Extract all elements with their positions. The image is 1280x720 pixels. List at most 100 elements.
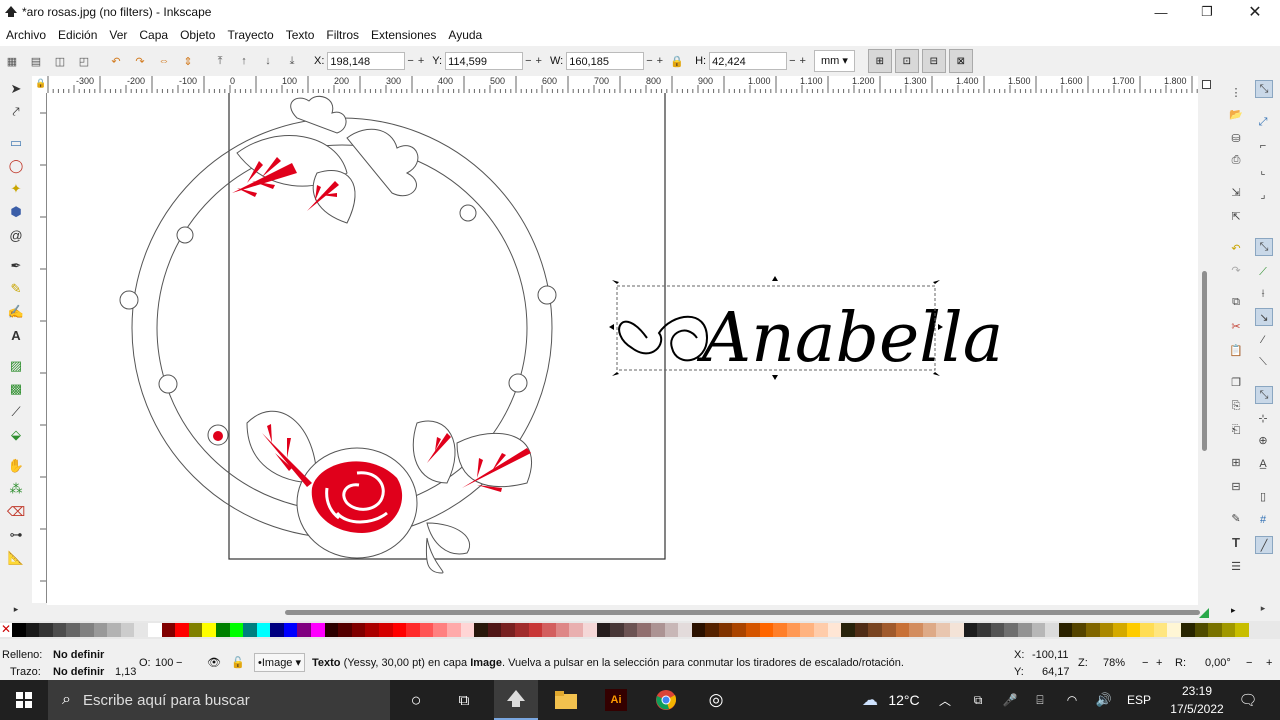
chrome-app[interactable] — [644, 680, 688, 720]
snap-intersections-icon[interactable]: ⟊ — [1255, 286, 1271, 302]
deselect-icon[interactable]: ◫ — [51, 52, 69, 70]
color-swatch[interactable] — [705, 623, 719, 637]
microphone-icon[interactable]: 🎤 — [1000, 680, 1020, 720]
snap-bbox-edge-icon[interactable]: ⌐ — [1255, 138, 1271, 154]
layer-select[interactable]: •Image ▾ — [254, 653, 306, 672]
visibility-eye-icon[interactable]: 👁 — [207, 656, 221, 669]
h-increment-button[interactable]: + — [800, 55, 806, 67]
weather-cloud-icon[interactable]: ☁ — [856, 680, 884, 720]
raise-to-top-icon[interactable]: ⤒ — [211, 52, 229, 70]
color-swatch[interactable] — [746, 623, 760, 637]
color-swatch[interactable] — [732, 623, 747, 637]
wifi-icon[interactable]: ◠ — [1062, 680, 1082, 720]
color-swatch[interactable] — [460, 623, 475, 637]
language-indicator[interactable]: ESP — [1124, 680, 1154, 720]
color-swatch[interactable] — [990, 623, 1005, 637]
snap-others-icon[interactable]: ⤡ — [1255, 386, 1273, 404]
menu-ver[interactable]: Ver — [103, 28, 133, 42]
color-swatch[interactable] — [202, 623, 216, 637]
snap-paths-icon[interactable]: ⟋ — [1255, 264, 1271, 280]
color-swatch[interactable] — [814, 623, 828, 637]
rotation-input[interactable]: 0,00° — [1205, 657, 1231, 669]
paint-bucket-tool-icon[interactable]: ⬙ — [7, 426, 25, 444]
select-same-icon[interactable]: ◰ — [75, 52, 93, 70]
y-increment-button[interactable]: + — [536, 55, 542, 67]
menu-archivo[interactable]: Archivo — [0, 28, 52, 42]
color-swatch[interactable] — [718, 623, 733, 637]
layer-lock-icon[interactable]: 🔓 — [231, 656, 245, 669]
expand-right-icon[interactable]: ▸ — [1231, 605, 1236, 616]
color-swatch[interactable] — [1235, 623, 1250, 637]
color-swatch[interactable] — [678, 623, 692, 637]
redo-icon[interactable]: ↷ — [1228, 262, 1244, 278]
vertical-scroll-thumb[interactable] — [1202, 271, 1207, 451]
pencil-tool-icon[interactable]: ✎ — [7, 280, 25, 298]
color-swatch[interactable] — [1208, 623, 1222, 637]
color-swatch[interactable] — [936, 623, 950, 637]
eraser-tool-icon[interactable]: ⌫ — [7, 503, 25, 521]
color-swatch[interactable] — [528, 623, 543, 637]
vertical-ruler[interactable] — [32, 93, 47, 603]
color-swatch[interactable] — [297, 623, 312, 637]
gradient-tool-icon[interactable]: ▨ — [7, 357, 25, 375]
copy-icon[interactable]: ⧉ — [1228, 294, 1244, 310]
print-icon[interactable]: ⎙ — [1228, 152, 1244, 168]
h-input[interactable]: 42,424 — [709, 52, 788, 70]
calligraphy-tool-icon[interactable]: ✍ — [7, 303, 25, 321]
color-swatch[interactable] — [637, 623, 651, 637]
3d-box-tool-icon[interactable]: ⬢ — [7, 203, 25, 221]
color-swatch[interactable] — [93, 623, 108, 637]
maximize-button[interactable]: ❐ — [1184, 0, 1230, 24]
scroll-zoom-icon[interactable] — [1199, 607, 1209, 618]
close-button[interactable]: ✕ — [1232, 0, 1278, 24]
color-swatch[interactable] — [351, 623, 366, 637]
color-swatch[interactable] — [52, 623, 67, 637]
select-all-layers-icon[interactable]: ▤ — [27, 52, 45, 70]
zoom-input[interactable]: 78% — [1103, 657, 1125, 669]
flip-horizontal-icon[interactable]: ⇔ — [155, 52, 173, 70]
cortana-icon[interactable]: ○ — [398, 680, 434, 720]
x-increment-button[interactable]: + — [418, 55, 424, 67]
color-swatch[interactable] — [949, 623, 964, 637]
color-swatch[interactable] — [12, 623, 26, 637]
color-swatch[interactable] — [25, 623, 40, 637]
w-input[interactable]: 160,185 — [566, 52, 645, 70]
move-gradients-button[interactable]: ⊟ — [921, 49, 946, 73]
horizontal-ruler[interactable]: -300 -200 -100 0 100 200 300 400 500 600… — [46, 76, 1198, 94]
snap-nodes-icon[interactable]: ⤡ — [1255, 238, 1273, 256]
color-swatch[interactable] — [922, 623, 937, 637]
color-swatch[interactable] — [447, 623, 461, 637]
text-tool-icon[interactable]: A — [7, 326, 25, 344]
drawing-canvas[interactable]: Anabella — [47, 93, 1198, 605]
menu-extensiones[interactable]: Extensiones — [365, 28, 442, 42]
flip-vertical-icon[interactable]: ⇕ — [179, 52, 197, 70]
clock-time[interactable]: 23:19 — [1162, 684, 1232, 698]
color-swatch[interactable] — [1031, 623, 1046, 637]
color-swatch[interactable] — [650, 623, 665, 637]
color-swatch[interactable] — [1113, 623, 1127, 637]
stroke-width[interactable]: 1,13 — [115, 666, 136, 678]
color-swatch[interactable] — [39, 623, 53, 637]
import-icon[interactable]: ⇲ — [1228, 184, 1244, 200]
color-swatch[interactable] — [501, 623, 515, 637]
color-swatch[interactable] — [909, 623, 923, 637]
color-swatch[interactable] — [215, 623, 230, 637]
vertical-scrollbar[interactable] — [1198, 76, 1212, 606]
connector-tool-icon[interactable]: ⊶ — [7, 526, 25, 544]
snap-cusp-icon[interactable]: ↘ — [1255, 308, 1273, 326]
lock-guides-icon[interactable]: 🔒 — [35, 78, 46, 89]
color-swatch[interactable] — [161, 623, 176, 637]
duplicate-icon[interactable]: ❐ — [1228, 374, 1244, 390]
snap-midpoints-icon[interactable]: ⟍ — [1255, 354, 1271, 370]
color-swatch[interactable] — [365, 623, 380, 637]
minimize-button[interactable]: — — [1138, 0, 1184, 24]
meet-now-icon[interactable]: ⧉ — [968, 680, 988, 720]
stroke-value[interactable]: No definir — [53, 666, 104, 678]
color-swatch[interactable] — [582, 623, 597, 637]
color-swatch[interactable] — [283, 623, 298, 637]
x-decrement-button[interactable]: − — [407, 55, 413, 67]
color-swatch[interactable] — [977, 623, 991, 637]
paste-icon[interactable]: 📋 — [1228, 342, 1244, 358]
lower-icon[interactable]: ↓ — [259, 52, 277, 70]
color-swatch[interactable] — [868, 623, 882, 637]
